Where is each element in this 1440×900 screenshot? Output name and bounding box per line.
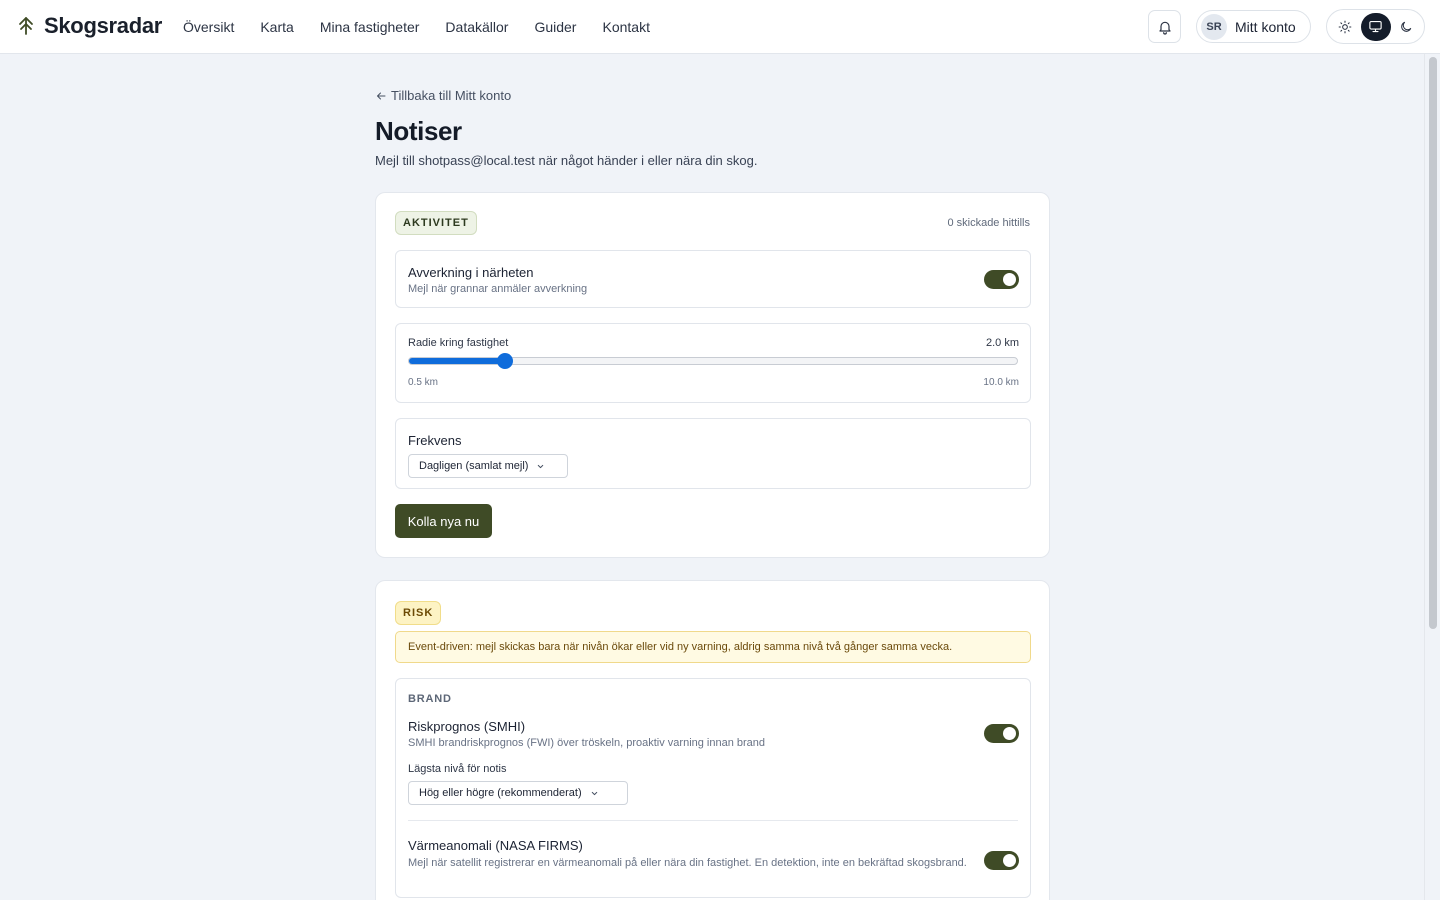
theme-light-button[interactable]: [1330, 13, 1360, 41]
activity-card: AKTIVITET 0 skickade hittills Avverkning…: [375, 192, 1050, 558]
chevron-down-icon: [538, 464, 544, 468]
heat-anomaly-title: Värmeanomali (NASA FIRMS): [408, 838, 583, 853]
arrow-left-icon: [377, 92, 386, 99]
min-level-label: Lägsta nivå för notis: [408, 763, 507, 775]
harvest-description: Mejl när grannar anmäler avverkning: [408, 283, 588, 295]
radius-value: 2.0 km: [985, 337, 1019, 349]
page-scrollbar[interactable]: [1424, 54, 1440, 900]
frequency-select[interactable]: Dagligen (samlat mejl): [408, 454, 568, 478]
toggle-knob: [1003, 273, 1016, 286]
top-navigation-bar: Skogsradar Översikt Karta Mina fastighet…: [0, 0, 1440, 54]
fire-forecast-toggle[interactable]: [984, 724, 1019, 743]
fire-forecast-description: SMHI brandriskprognos (FWI) över tröskel…: [408, 737, 766, 749]
fire-settings: BRAND Riskprognos (SMHI) SMHI brandriskp…: [395, 678, 1031, 898]
theme-switcher: [1326, 9, 1425, 44]
notifications-button[interactable]: [1148, 10, 1181, 43]
sun-icon: [1338, 20, 1352, 33]
harvest-setting: Avverkning i närheten Mejl när grannar a…: [395, 250, 1031, 308]
radius-setting: Radie kring fastighet 2.0 km 0.5 km 10.0…: [395, 323, 1031, 403]
nav-kontakt[interactable]: Kontakt: [589, 19, 662, 35]
event-driven-notice: Event-driven: mejl skickas bara när nivå…: [395, 631, 1031, 663]
nav-guider[interactable]: Guider: [521, 19, 589, 35]
risk-badge: RISK: [395, 601, 442, 625]
frequency-label: Frekvens: [408, 433, 462, 448]
monitor-icon: [1369, 20, 1382, 33]
fire-forecast-title: Riskprognos (SMHI): [408, 719, 526, 734]
harvest-toggle[interactable]: [984, 270, 1019, 289]
back-to-account-link[interactable]: Tillbaka till Mitt konto: [375, 88, 511, 103]
main-nav: Översikt Karta Mina fastigheter Datakäll…: [170, 0, 663, 54]
radius-slider[interactable]: [408, 353, 1018, 369]
frequency-selected-value: Dagligen (samlat mejl): [419, 460, 529, 472]
fire-section-label: BRAND: [408, 693, 452, 705]
min-level-select[interactable]: Hög eller högre (rekommenderat): [408, 781, 628, 805]
frequency-setting: Frekvens Dagligen (samlat mejl): [395, 418, 1031, 489]
radius-min-label: 0.5 km: [408, 377, 439, 388]
divider: [408, 820, 1018, 821]
nav-karta[interactable]: Karta: [247, 19, 306, 35]
tree-icon: [19, 17, 33, 35]
toggle-knob: [1003, 854, 1016, 867]
radius-slider-fill: [409, 358, 505, 364]
radius-max-label: 10.0 km: [983, 377, 1019, 388]
activity-badge: AKTIVITET: [395, 211, 477, 235]
sent-count: 0 skickade hittills: [947, 217, 1030, 229]
check-now-button[interactable]: Kolla nya nu: [395, 504, 492, 538]
radius-label: Radie kring fastighet: [408, 337, 509, 349]
brand-name: Skogsradar: [44, 13, 163, 38]
page-title: Notiser: [375, 116, 462, 146]
nav-datakallor[interactable]: Datakällor: [432, 19, 521, 35]
nav-oversikt[interactable]: Översikt: [170, 19, 247, 35]
page-subtitle: Mejl till shotpass@local.test när något …: [375, 153, 758, 168]
moon-icon: [1401, 21, 1412, 32]
radius-slider-thumb[interactable]: [497, 353, 513, 369]
risk-card: RISK Event-driven: mejl skickas bara när…: [375, 580, 1050, 900]
heat-anomaly-description: Mejl när satellit registrerar en värmean…: [408, 857, 967, 869]
account-label: Mitt konto: [1235, 18, 1296, 35]
heat-anomaly-toggle[interactable]: [984, 851, 1019, 870]
chevron-down-icon: [591, 791, 597, 795]
min-level-selected-value: Hög eller högre (rekommenderat): [419, 787, 582, 799]
toggle-knob: [1003, 727, 1016, 740]
scrollbar-thumb[interactable]: [1429, 57, 1437, 629]
theme-dark-button[interactable]: [1391, 13, 1421, 41]
bell-icon: [1158, 21, 1171, 35]
back-link-label: Tillbaka till Mitt konto: [391, 88, 512, 103]
brand-logo[interactable]: Skogsradar: [16, 13, 162, 39]
nav-mina-fastigheter[interactable]: Mina fastigheter: [307, 19, 433, 35]
avatar: SR: [1201, 13, 1227, 40]
harvest-title: Avverkning i närheten: [408, 265, 534, 280]
account-menu-button[interactable]: SR Mitt konto: [1196, 10, 1311, 43]
theme-system-button[interactable]: [1360, 12, 1391, 41]
